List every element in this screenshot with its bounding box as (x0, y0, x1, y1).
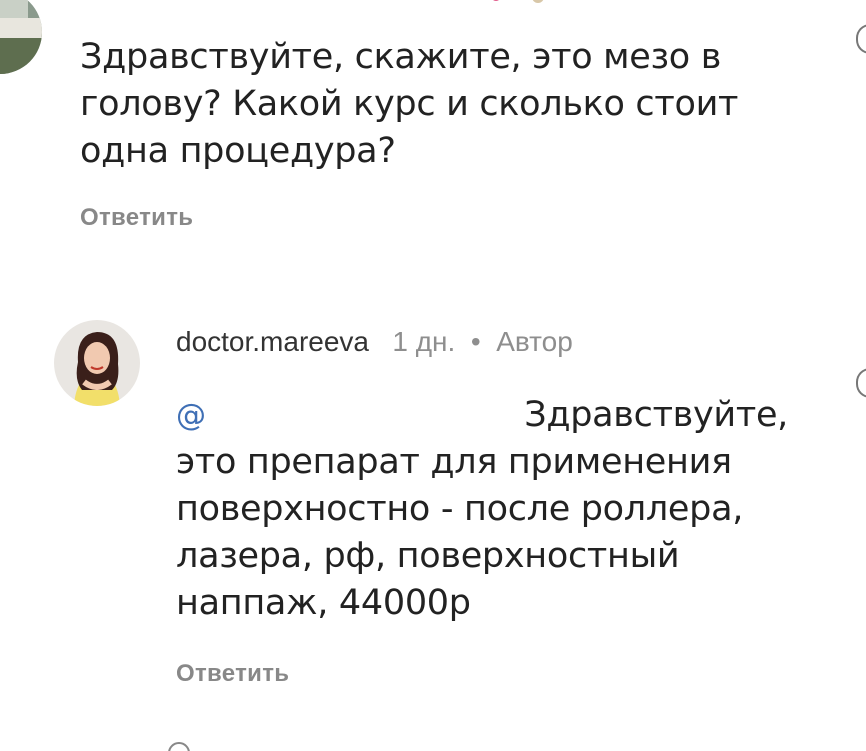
next-avatar-edge (168, 742, 190, 751)
commenter-avatar[interactable] (0, 0, 42, 74)
reply-line-2: это препарат для применения (176, 442, 732, 482)
reply-line-3: поверхностно - после роллера, (176, 489, 744, 529)
mention-link[interactable]: @ (176, 392, 406, 439)
comment-text: Здравствуйте, скажите, это мезо в голову… (80, 37, 739, 171)
comment-meta: doctor.mareeva 1 дн. • Автор (176, 322, 573, 362)
author-avatar[interactable] (54, 320, 140, 406)
reply-first-line: @ Здравствуйте, (176, 392, 788, 439)
like-heart-icon[interactable] (856, 24, 866, 54)
reply-comment-text: @ Здравствуйте, это препарат для примене… (176, 392, 816, 627)
meta-separator: • (470, 326, 481, 357)
author-badge: Автор (496, 326, 573, 357)
like-heart-icon[interactable] (856, 368, 866, 398)
redacted-mention (206, 402, 406, 430)
comment-time: 1 дн. (392, 326, 456, 357)
reply-button[interactable]: Ответить (176, 660, 289, 688)
mention-at-symbol: @ (176, 398, 206, 433)
username-link[interactable]: doctor.mareeva (176, 326, 369, 357)
reply-button[interactable]: Ответить (80, 204, 193, 232)
cut-off-header-emojis (370, 0, 560, 6)
reply-line-5: наппаж, 44000р (176, 583, 471, 623)
reply-line-4: лазера, рф, поверхностный (176, 536, 680, 576)
reply-line-1: Здравствуйте, (524, 395, 788, 435)
